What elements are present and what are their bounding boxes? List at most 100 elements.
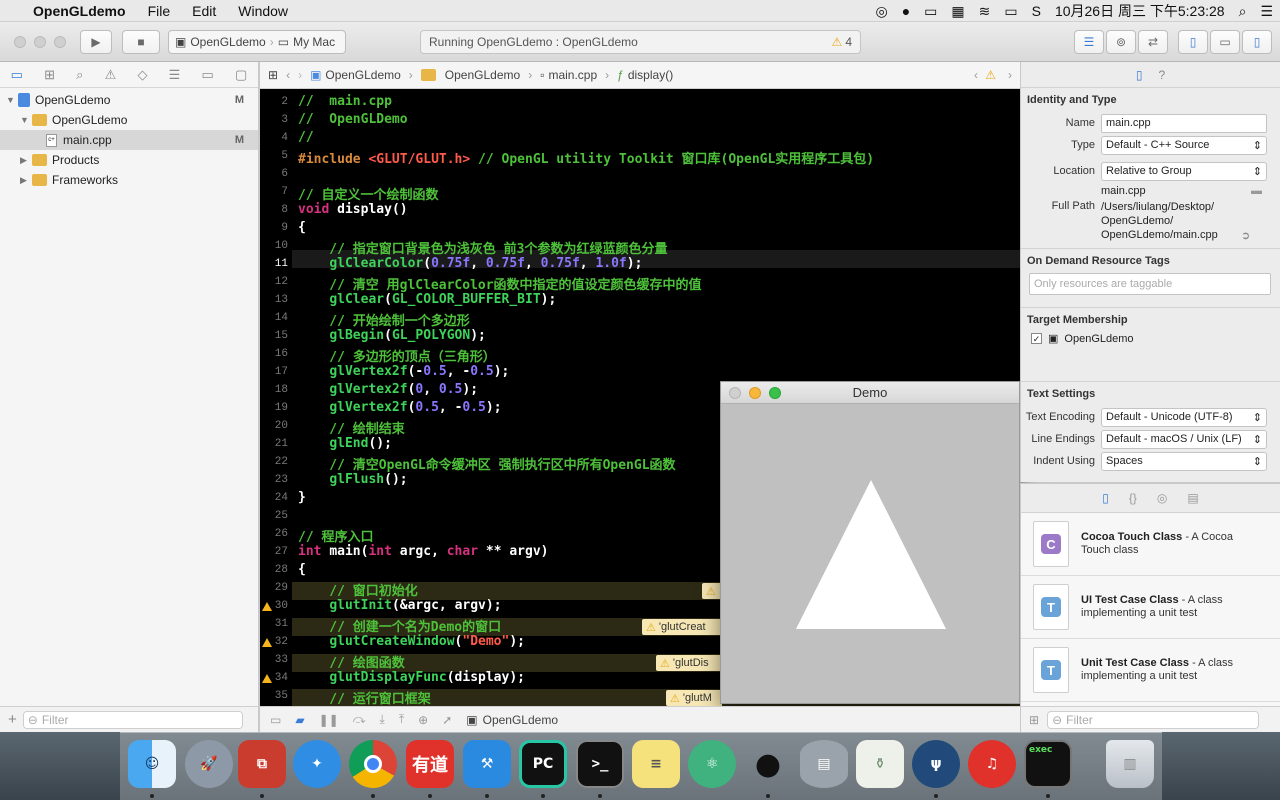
activity-viewer[interactable]: Running OpenGLdemo : OpenGLdemo ⚠ 4	[420, 30, 861, 54]
location-select[interactable]: Relative to Group ⇕	[1101, 161, 1267, 181]
dock-chrome-icon[interactable]	[349, 740, 397, 788]
code-line[interactable]: glutInit(&argc, argv);	[298, 598, 501, 613]
version-editor-button[interactable]: ⇄	[1138, 30, 1168, 54]
forward-icon[interactable]: ›	[298, 68, 302, 82]
media-library-icon[interactable]: ▤	[1187, 491, 1198, 505]
back-icon[interactable]: ‹	[286, 68, 290, 82]
menu-edit[interactable]: Edit	[181, 3, 227, 19]
gutter-warning-icon[interactable]	[262, 602, 272, 611]
dock-database-icon[interactable]: ▤	[800, 740, 848, 788]
line-number[interactable]: 5	[260, 150, 288, 162]
code-line[interactable]: glEnd();	[298, 436, 392, 451]
qq-status-icon[interactable]: ●	[895, 3, 917, 19]
file-inspector-icon[interactable]: ▯	[1136, 68, 1143, 82]
code-line[interactable]: // 清空OpenGL命令缓冲区 强制执行区中所有OpenGL函数	[298, 454, 675, 473]
line-number[interactable]: 10	[260, 240, 288, 252]
line-number-gutter[interactable]: 2 3 4 5 6 7 8 9 10 11 12 13 14 15 16 17 18 19 20 21 22 23 24 25…	[260, 89, 292, 706]
previous-issue-icon[interactable]: ‹	[974, 68, 978, 82]
quick-help-icon[interactable]: ?	[1158, 68, 1165, 82]
dock-jar-icon[interactable]: ⚱	[856, 740, 904, 788]
dock-pycharm-icon[interactable]: PC	[519, 740, 567, 788]
add-icon[interactable]: +	[8, 711, 17, 728]
project-row[interactable]: ▼ OpenGLdemo M	[0, 90, 258, 110]
line-number[interactable]: 22	[260, 456, 288, 468]
line-number[interactable]: 24	[260, 492, 288, 504]
code-line[interactable]: // 窗口初始化	[298, 580, 418, 599]
code-line[interactable]: void display()	[298, 202, 408, 217]
code-line[interactable]: int main(int argc, char ** argv)	[298, 544, 549, 559]
disclosure-closed-icon[interactable]: ▶	[20, 175, 32, 186]
line-number[interactable]: 25	[260, 510, 288, 522]
folder-browse-icon[interactable]: ▬	[1251, 185, 1262, 197]
line-number[interactable]: 2	[260, 96, 288, 108]
line-number[interactable]: 13	[260, 294, 288, 306]
file-template-library-icon[interactable]: ▯	[1102, 491, 1109, 505]
issue-nav-icon[interactable]: ⚠	[105, 67, 117, 83]
report-nav-icon[interactable]: ▢	[235, 67, 247, 83]
target-checkbox[interactable]: ✓	[1031, 333, 1042, 344]
reveal-arrow-icon[interactable]: ➲	[1241, 229, 1250, 242]
file-row-main-cpp[interactable]: c+ main.cpp M	[0, 130, 258, 150]
type-select[interactable]: Default - C++ Source ⇕	[1101, 135, 1267, 155]
line-number[interactable]: 28	[260, 564, 288, 576]
line-number[interactable]: 9	[260, 222, 288, 234]
line-number[interactable]: 4	[260, 132, 288, 144]
dock-trash-icon[interactable]: ▥	[1106, 740, 1154, 788]
demo-zoom-button[interactable]	[769, 387, 781, 399]
line-number[interactable]: 18	[260, 384, 288, 396]
stop-button[interactable]: ■	[122, 30, 160, 54]
debug-target[interactable]: ▣ OpenGLdemo	[466, 713, 558, 727]
demo-close-button[interactable]	[729, 387, 741, 399]
view-hierarchy-icon[interactable]: ⊕	[418, 713, 428, 727]
dock-terminal-icon[interactable]: >_	[576, 740, 624, 788]
toggle-utilities-button[interactable]: ▯	[1242, 30, 1272, 54]
line-number[interactable]: 19	[260, 402, 288, 414]
line-number[interactable]: 17	[260, 366, 288, 378]
issue-warning-icon[interactable]: ⚠	[985, 68, 996, 82]
code-line[interactable]: #include <GLUT/GLUT.h> // OpenGL utility…	[298, 148, 874, 167]
pause-icon[interactable]: ❚❚	[319, 713, 339, 727]
dock-atom-icon[interactable]: ⚛	[688, 740, 736, 788]
object-library-icon[interactable]: ◎	[1157, 491, 1167, 505]
grid-view-icon[interactable]: ⊞	[1029, 713, 1039, 727]
dock-finder-icon[interactable]: ☺	[128, 740, 176, 788]
folder-row-products[interactable]: ▶ Products	[0, 150, 258, 170]
debug-nav-icon[interactable]: ☰	[169, 67, 181, 83]
location-icon[interactable]: ➚	[442, 713, 452, 727]
code-line[interactable]: glutDisplayFunc(display);	[298, 670, 525, 685]
code-line[interactable]: // 绘图函数	[298, 652, 405, 671]
window-close-button[interactable]	[14, 36, 26, 48]
toggle-debug-area-button[interactable]: ▭	[1210, 30, 1240, 54]
test-nav-icon[interactable]: ◇	[137, 67, 147, 83]
line-number[interactable]: 3	[260, 114, 288, 126]
line-number[interactable]: 20	[260, 420, 288, 432]
toggle-navigator-button[interactable]: ▯	[1178, 30, 1208, 54]
code-line[interactable]: // 运行窗口框架	[298, 688, 431, 706]
line-number[interactable]: 35	[260, 690, 288, 702]
code-line[interactable]: }	[298, 490, 306, 505]
dock-exec-terminal-icon[interactable]: exec	[1024, 740, 1072, 788]
inline-warning-36[interactable]: ⚠'glutM	[666, 690, 722, 706]
gutter-warning-icon[interactable]	[262, 674, 272, 683]
code-line[interactable]: glVertex2f(0, 0.5);	[298, 382, 478, 397]
code-line[interactable]: glutCreateWindow("Demo");	[298, 634, 525, 649]
disclosure-closed-icon[interactable]: ▶	[20, 155, 32, 166]
dock-sourcetree-icon[interactable]: ψ	[912, 740, 960, 788]
line-number[interactable]: 6	[260, 168, 288, 180]
app-menu[interactable]: OpenGLdemo	[22, 3, 137, 19]
dock-notes-icon[interactable]: ≡	[632, 740, 680, 788]
demo-minimize-button[interactable]	[749, 387, 761, 399]
hide-debug-area-icon[interactable]: ▭	[270, 713, 281, 727]
dock-safari-icon[interactable]: ✦	[293, 740, 341, 788]
code-line[interactable]: glVertex2f(0.5, -0.5);	[298, 400, 501, 415]
dock-parallels-icon[interactable]: ⧉	[238, 740, 286, 788]
name-field[interactable]: main.cpp	[1101, 113, 1267, 133]
assistant-editor-button[interactable]: ⊚	[1106, 30, 1136, 54]
code-line[interactable]: {	[298, 562, 306, 577]
line-number[interactable]: 27	[260, 546, 288, 558]
line-number[interactable]: 31	[260, 618, 288, 630]
line-number[interactable]: 7	[260, 186, 288, 198]
folder-row-frameworks[interactable]: ▶ Frameworks	[0, 170, 258, 190]
breadcrumb-project[interactable]: ▣ OpenGLdemo	[310, 68, 401, 82]
group-row[interactable]: ▼ OpenGLdemo	[0, 110, 258, 130]
